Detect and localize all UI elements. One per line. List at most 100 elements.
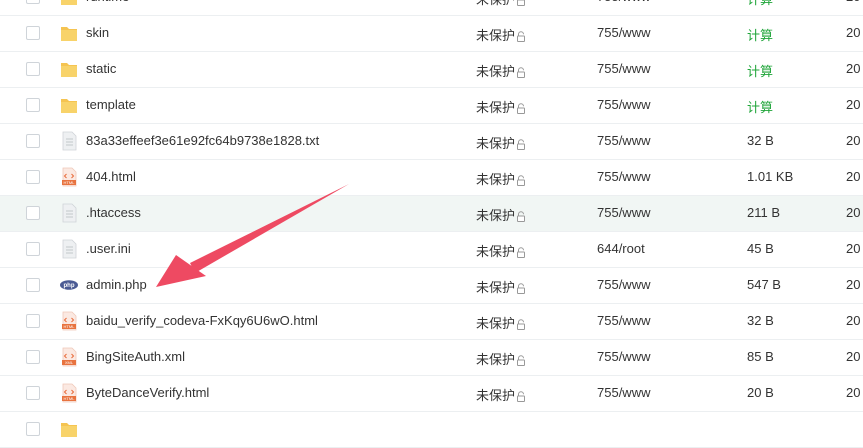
file-name[interactable]: runtime	[86, 0, 129, 4]
folder-icon	[61, 99, 77, 113]
row-checkbox[interactable]	[26, 278, 40, 292]
protection-status[interactable]: 未保护	[476, 61, 526, 80]
table-row[interactable]: static 未保护 755/www 计算 20	[0, 52, 863, 88]
row-checkbox[interactable]	[26, 62, 40, 76]
file-size: 32 B	[747, 313, 774, 328]
lock-icon[interactable]	[516, 211, 526, 222]
lock-icon[interactable]	[516, 67, 526, 78]
file-name[interactable]: 404.html	[86, 169, 136, 184]
row-checkbox[interactable]	[26, 170, 40, 184]
file-name[interactable]: template	[86, 97, 136, 112]
html-file-icon: HTML	[62, 167, 77, 187]
table-row[interactable]: HTML ByteDanceVerify.html 未保护 755/www 20 B 20	[0, 376, 863, 412]
protection-status[interactable]: 未保护	[476, 277, 526, 296]
file-permission[interactable]: 755/www	[597, 385, 650, 400]
file-name[interactable]: 83a33effeef3e61e92fc64b9738e1828.txt	[86, 133, 319, 148]
file-permission[interactable]: 755/www	[597, 25, 650, 40]
row-checkbox[interactable]	[26, 134, 40, 148]
svg-text:HTML: HTML	[64, 396, 76, 401]
table-row[interactable]: php admin.php 未保护 755/www 547 B 20	[0, 268, 863, 304]
file-name[interactable]: BingSiteAuth.xml	[86, 349, 185, 364]
row-checkbox[interactable]	[26, 26, 40, 40]
file-name[interactable]: admin.php	[86, 277, 147, 292]
protection-status[interactable]: 未保护	[476, 385, 526, 404]
modified-date: 20	[846, 97, 861, 112]
lock-icon[interactable]	[516, 355, 526, 366]
protection-status[interactable]: 未保护	[476, 205, 526, 224]
table-row[interactable]: .htaccess 未保护 755/www 211 B 20	[0, 196, 863, 232]
file-name[interactable]: .htaccess	[86, 205, 141, 220]
file-size: 45 B	[747, 241, 774, 256]
file-name[interactable]: skin	[86, 25, 109, 40]
table-row[interactable]: HTML 404.html 未保护 755/www 1.01 KB 20	[0, 160, 863, 196]
row-checkbox[interactable]	[26, 386, 40, 400]
table-row[interactable]: 83a33effeef3e61e92fc64b9738e1828.txt 未保护 7…	[0, 124, 863, 160]
protection-status[interactable]: 未保护	[476, 169, 526, 188]
text-file-icon	[62, 131, 77, 151]
file-size: 1.01 KB	[747, 169, 794, 184]
table-row[interactable]: XML BingSiteAuth.xml 未保护 755/www 85 B 20	[0, 340, 863, 376]
modified-date: 20	[846, 169, 861, 184]
table-row[interactable]: .user.ini 未保护 644/root 45 B 20	[0, 232, 863, 268]
table-row[interactable]: runtime 未保护 755/www 计算 20	[0, 0, 863, 16]
html-file-icon: HTML	[62, 311, 77, 331]
file-permission[interactable]: 755/www	[597, 97, 650, 112]
lock-icon[interactable]	[516, 139, 526, 150]
protection-label: 未保护	[476, 136, 516, 151]
lock-icon[interactable]	[516, 175, 526, 186]
file-permission[interactable]: 755/www	[597, 313, 650, 328]
file-name[interactable]: baidu_verify_codeva-FxKqy6U6wO.html	[86, 313, 318, 328]
lock-icon[interactable]	[516, 283, 526, 294]
protection-status[interactable]: 未保护	[476, 313, 526, 332]
row-checkbox[interactable]	[26, 422, 40, 436]
file-permission[interactable]: 755/www	[597, 349, 650, 364]
file-permission[interactable]: 755/www	[597, 0, 650, 4]
table-row[interactable]: HTML baidu_verify_codeva-FxKqy6U6wO.html 未…	[0, 304, 863, 340]
protection-status[interactable]: 未保护	[476, 97, 526, 116]
calculate-size-link[interactable]: 计算	[747, 25, 773, 44]
lock-icon[interactable]	[516, 103, 526, 114]
row-checkbox[interactable]	[26, 350, 40, 364]
modified-date: 20	[846, 277, 861, 292]
lock-icon[interactable]	[516, 391, 526, 402]
row-checkbox[interactable]	[26, 242, 40, 256]
lock-icon[interactable]	[516, 247, 526, 258]
calculate-size-link[interactable]: 计算	[747, 0, 773, 8]
row-checkbox[interactable]	[26, 206, 40, 220]
lock-icon[interactable]	[516, 31, 526, 42]
protection-status[interactable]: 未保护	[476, 133, 526, 152]
calculate-size-link[interactable]: 计算	[747, 61, 773, 80]
calculate-size-link[interactable]: 计算	[747, 97, 773, 116]
lock-icon[interactable]	[516, 0, 526, 6]
protection-status[interactable]: 未保护	[476, 241, 526, 260]
file-name[interactable]: ByteDanceVerify.html	[86, 385, 209, 400]
file-permission[interactable]: 644/root	[597, 241, 645, 256]
file-permission[interactable]: 755/www	[597, 205, 650, 220]
svg-text:HTML: HTML	[64, 180, 76, 185]
protection-label: 未保护	[476, 172, 516, 187]
file-name[interactable]: static	[86, 61, 116, 76]
file-permission[interactable]: 755/www	[597, 133, 650, 148]
lock-icon[interactable]	[516, 319, 526, 330]
protection-label: 未保护	[476, 388, 516, 403]
html-file-icon: HTML	[62, 383, 77, 403]
protection-status[interactable]: 未保护	[476, 25, 526, 44]
table-row[interactable]: skin 未保护 755/www 计算 20	[0, 16, 863, 52]
modified-date: 20	[846, 61, 861, 76]
file-name[interactable]: .user.ini	[86, 241, 131, 256]
modified-date: 20	[846, 241, 861, 256]
table-row[interactable]	[0, 412, 863, 448]
file-size: 211 B	[747, 205, 781, 220]
protection-status[interactable]: 未保护	[476, 0, 526, 8]
protection-status[interactable]: 未保护	[476, 349, 526, 368]
row-checkbox[interactable]	[26, 314, 40, 328]
row-checkbox[interactable]	[26, 98, 40, 112]
file-permission[interactable]: 755/www	[597, 169, 650, 184]
modified-date: 20	[846, 385, 861, 400]
protection-label: 未保护	[476, 244, 516, 259]
file-permission[interactable]: 755/www	[597, 277, 650, 292]
table-row[interactable]: template 未保护 755/www 计算 20	[0, 88, 863, 124]
row-checkbox[interactable]	[26, 0, 40, 4]
file-permission[interactable]: 755/www	[597, 61, 650, 76]
modified-date: 20	[846, 25, 861, 40]
